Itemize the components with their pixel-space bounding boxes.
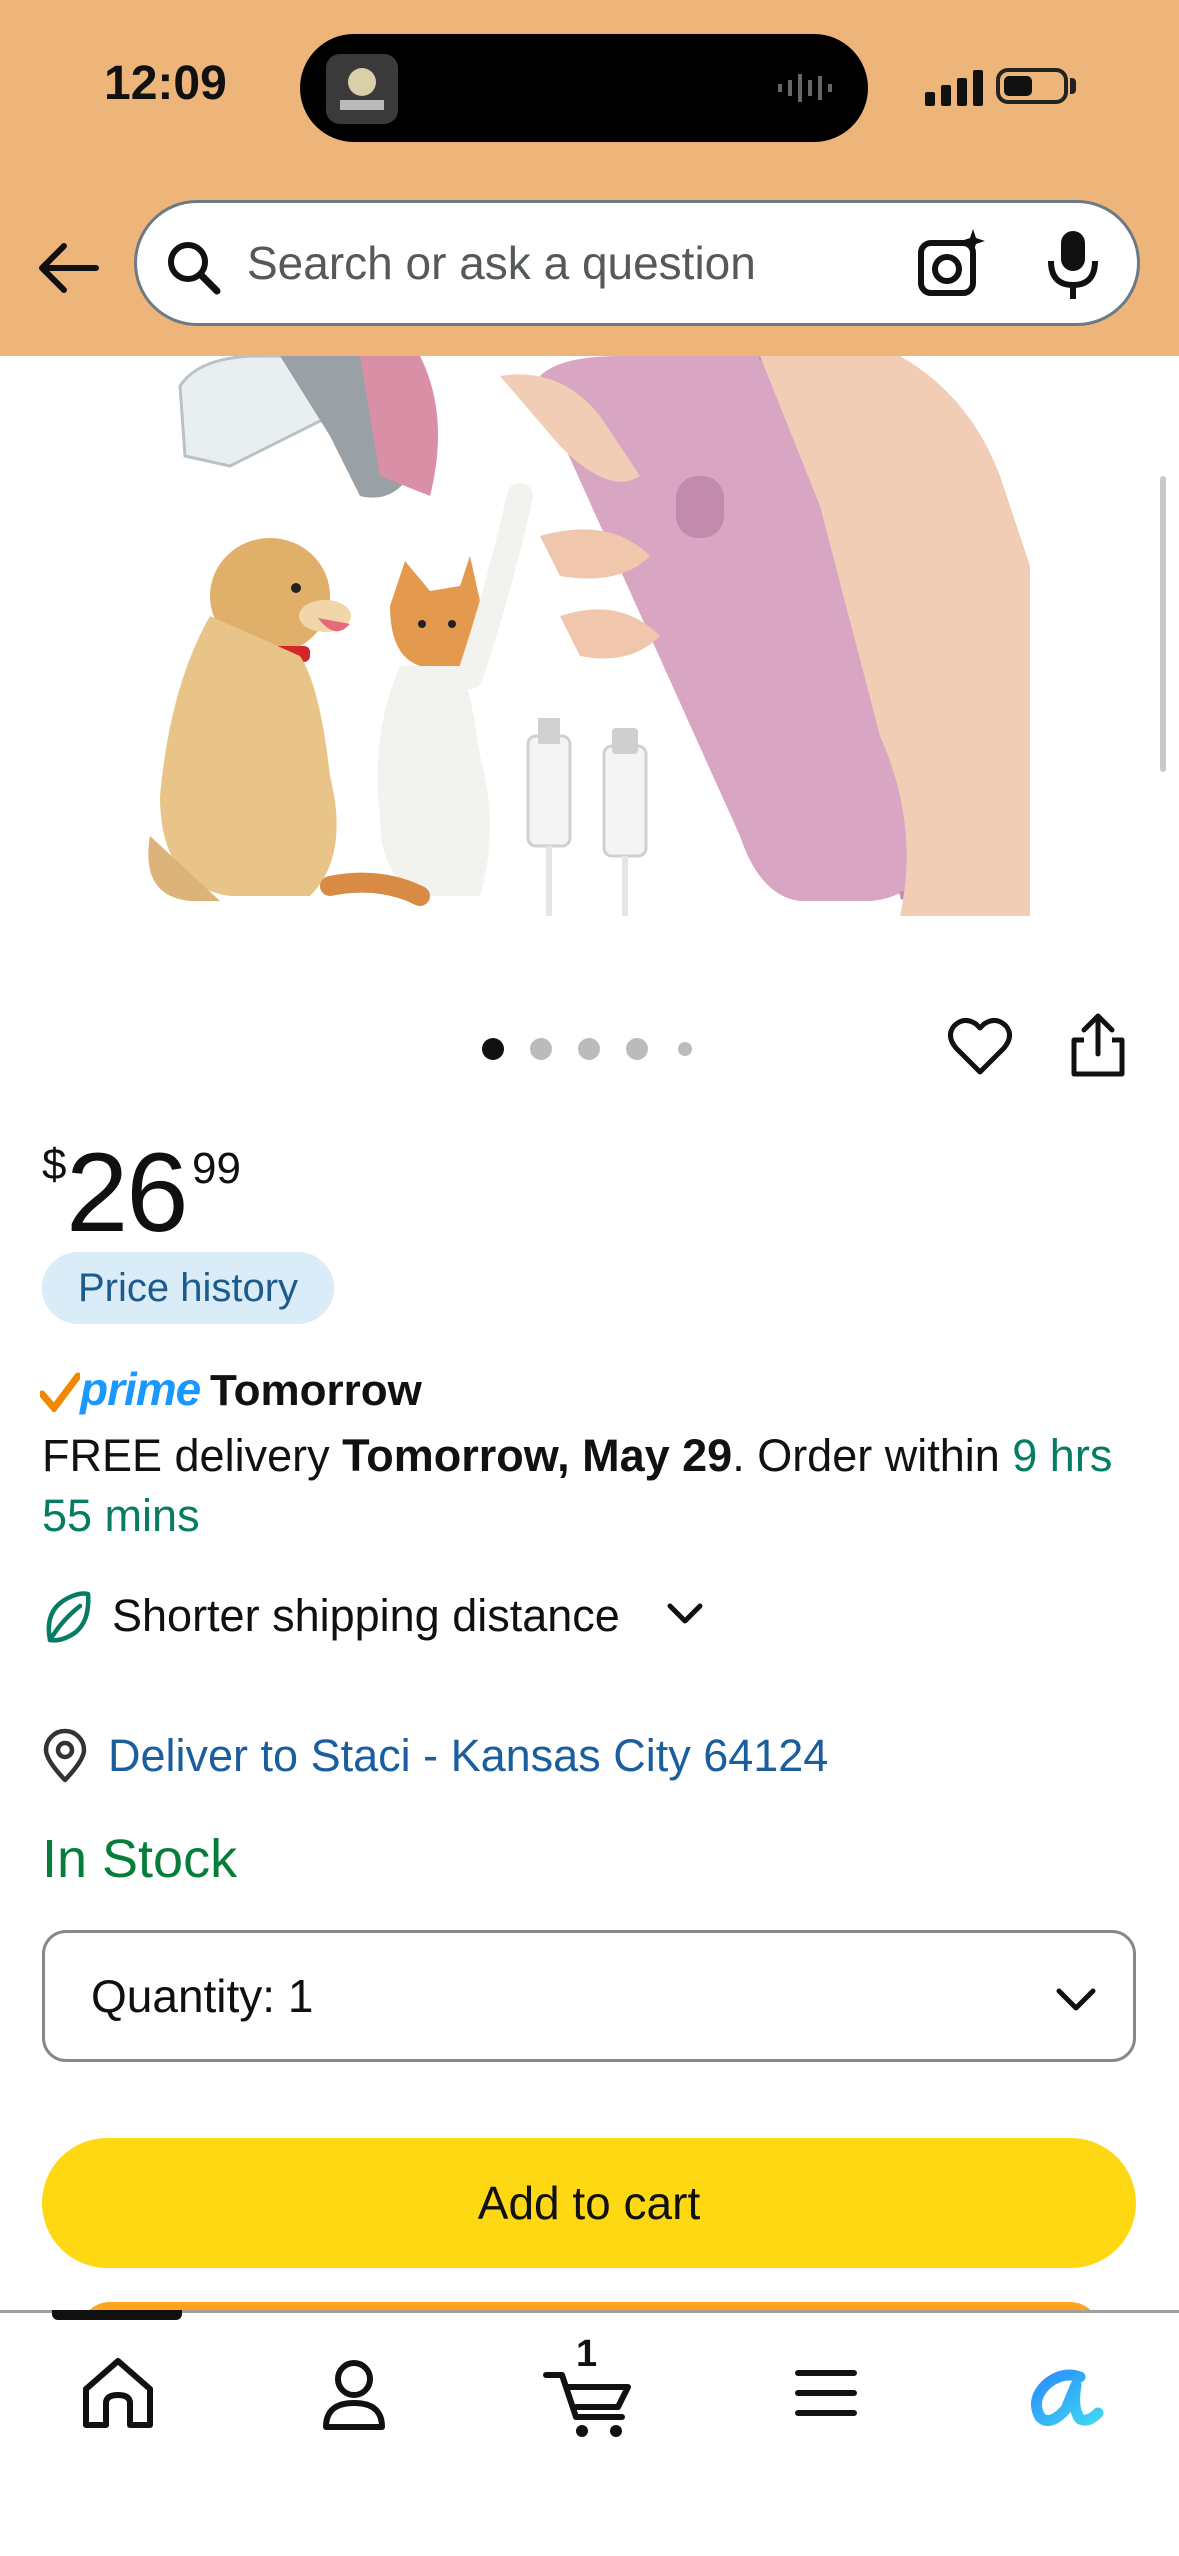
menu-icon[interactable] [776, 2343, 876, 2443]
carousel-dot-active[interactable] [482, 1038, 504, 1060]
page-scrollbar[interactable] [1160, 476, 1166, 772]
audio-wave-icon [778, 74, 832, 102]
cart-count: 1 [576, 2333, 598, 2375]
delivery-middle: . Order within [732, 1430, 1013, 1481]
carousel-dot[interactable] [626, 1038, 648, 1060]
bottom-tab-bar: 1 [0, 2310, 1179, 2556]
rufus-ai-icon[interactable] [1010, 2343, 1110, 2443]
battery-icon [996, 68, 1068, 104]
prime-logo: prime [80, 1363, 201, 1415]
shipping-distance-label: Shorter shipping distance [112, 1590, 620, 1641]
status-time: 12:09 [104, 57, 227, 110]
carousel-dot[interactable] [678, 1042, 692, 1056]
price-currency: $ [42, 1140, 67, 1189]
add-to-cart-button[interactable]: Add to cart [42, 2138, 1136, 2268]
active-tab-indicator [52, 2310, 182, 2320]
quantity-selector[interactable]: Quantity: 1 [42, 1930, 1136, 2062]
price-whole: 26 [66, 1130, 189, 1255]
carousel-dot[interactable] [530, 1038, 552, 1060]
heart-icon[interactable] [946, 1012, 1014, 1080]
quantity-value: 1 [287, 1970, 314, 2022]
deliver-to-label: Deliver to Staci - Kansas City 64124 [108, 1730, 829, 1781]
home-icon[interactable] [68, 2343, 168, 2443]
top-header: 12:09 [0, 0, 1179, 356]
camera-lens-icon[interactable] [913, 227, 989, 303]
stock-status: In Stock [42, 1829, 238, 1889]
delivery-prefix: FREE delivery [42, 1430, 343, 1481]
chevron-down-icon [1056, 1988, 1096, 2011]
share-icon[interactable] [1064, 1012, 1132, 1080]
cart-tab[interactable]: 1 [540, 2333, 640, 2443]
microphone-icon[interactable] [1043, 227, 1103, 303]
battery-nub [1070, 78, 1076, 94]
chevron-down-icon [667, 1603, 703, 1624]
now-playing-artwork [326, 54, 398, 124]
quantity-label: Quantity: 1 [91, 1970, 314, 2022]
search-input[interactable] [247, 231, 807, 295]
price-history-button[interactable]: Price history [42, 1252, 335, 1324]
prime-delivery-day: Tomorrow [210, 1366, 422, 1415]
account-icon[interactable] [304, 2343, 404, 2443]
delivery-date: Tomorrow, May 29 [342, 1430, 733, 1481]
prime-check-icon [40, 1372, 80, 1412]
price-fraction: 99 [192, 1144, 241, 1193]
back-arrow-icon[interactable] [28, 228, 108, 308]
delivery-info: FREE delivery Tomorrow, May 29. Order wi… [42, 1426, 1142, 1546]
leaf-icon [46, 1591, 91, 1643]
product-image [0, 356, 1179, 956]
product-image-carousel[interactable] [0, 356, 1179, 956]
carousel-dot[interactable] [578, 1038, 600, 1060]
location-pin-icon [43, 1728, 87, 1783]
search-icon [168, 242, 221, 295]
cellular-signal-icon [925, 70, 983, 106]
search-bar[interactable] [134, 200, 1140, 326]
